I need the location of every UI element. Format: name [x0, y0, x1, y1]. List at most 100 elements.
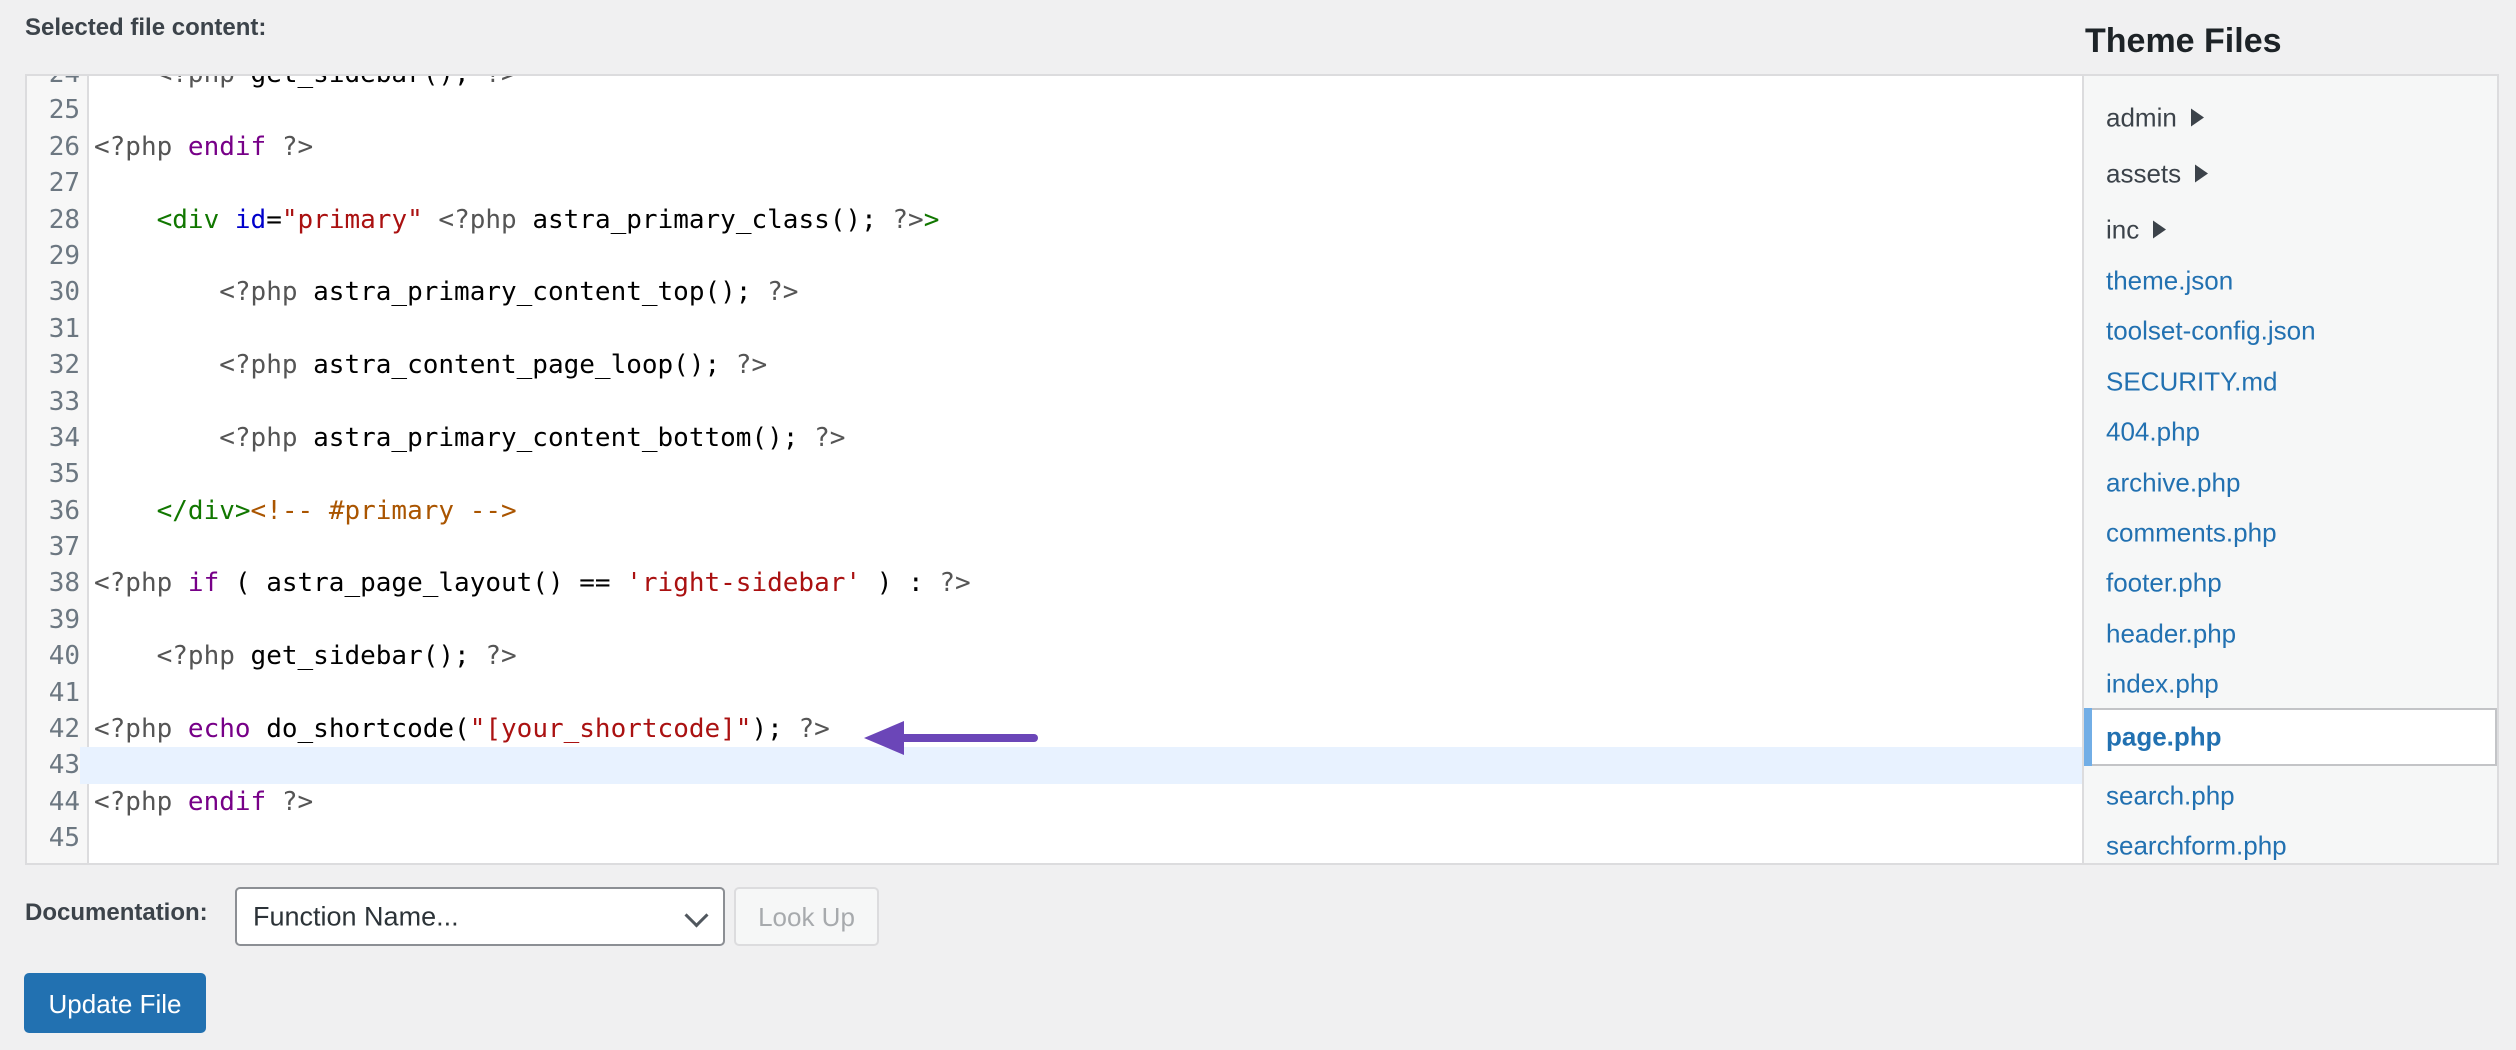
code-line[interactable]: 44 <?php endif ?> — [27, 783, 2082, 821]
code-token-meta: ?> — [266, 131, 314, 162]
line-number: 27 — [27, 165, 80, 202]
code-token-str: "[your_shortcode]" — [469, 714, 752, 745]
expand-caret-icon[interactable] — [2190, 108, 2204, 127]
code-token-plain: astra_primary_class(); — [532, 204, 893, 235]
function-name-select-value: Function Name... — [253, 901, 459, 931]
code-token-plain: do_shortcode( — [250, 714, 470, 745]
code-line[interactable]: 28 <div id="primary" <?php astra_primary… — [27, 201, 2082, 238]
code-line[interactable]: 24 <?php get_sidebar(); ?> — [27, 74, 2082, 93]
line-number: 36 — [27, 492, 80, 530]
code-line[interactable]: 46 <?php get_footer(); ?> — [27, 856, 2082, 863]
line-code: <?php endif ?> — [94, 784, 313, 820]
code-token-meta: <?php — [94, 786, 188, 817]
code-token-meta: <?php — [156, 641, 251, 672]
code-line[interactable]: 34 <?php astra_primary_content_bottom();… — [27, 419, 2082, 457]
code-token-meta: ?> — [735, 350, 768, 381]
file-item[interactable]: archive.php — [2106, 468, 2240, 499]
code-token-meta: ?> — [407, 860, 438, 863]
file-item[interactable]: searchform.php — [2106, 831, 2287, 862]
code-line[interactable]: 40 <?php get_sidebar(); ?> — [27, 638, 2082, 675]
folder-item[interactable]: inc — [2106, 215, 2167, 246]
code-line[interactable]: 30 <?php astra_primary_content_top(); ?> — [27, 274, 2082, 311]
code-token-meta: <?php — [156, 74, 251, 89]
line-code: <?php astra_primary_content_top(); ?> — [94, 274, 798, 310]
code-token-kw: endif — [187, 786, 267, 817]
line-number: 46 — [27, 856, 80, 863]
documentation-label: Documentation: — [25, 899, 208, 926]
code-line[interactable]: 32 <?php astra_content_page_loop(); ?> — [27, 347, 2082, 384]
code-token-kw: echo — [187, 714, 251, 745]
code-line[interactable]: 27 — [27, 165, 2082, 202]
code-token-tag: > — [923, 204, 940, 235]
code-line[interactable]: 41 — [27, 674, 2082, 712]
code-line[interactable]: 31 — [27, 310, 2082, 348]
code-line[interactable]: 25 — [27, 92, 2082, 129]
file-item[interactable]: footer.php — [2106, 568, 2222, 599]
line-number: 39 — [27, 601, 80, 639]
code-lines[interactable]: 24 <?php get_sidebar(); ?> 25 26 <?php endi… — [27, 74, 2082, 863]
file-item[interactable]: SECURITY.md — [2106, 367, 2277, 398]
expand-caret-icon[interactable] — [2153, 220, 2167, 239]
folder-item[interactable]: admin — [2106, 103, 2204, 134]
code-editor[interactable]: 24 <?php get_sidebar(); ?> 25 26 <?php endi… — [25, 74, 2082, 865]
code-line[interactable]: 29 — [27, 237, 2082, 275]
code-line[interactable]: 36 </div><!-- #primary --> — [27, 492, 2082, 530]
line-number: 32 — [27, 347, 80, 384]
code-line[interactable]: 35 — [27, 456, 2082, 493]
line-code: <?php if ( astra_page_layout() == 'right… — [94, 565, 971, 601]
expand-caret-icon[interactable] — [2195, 164, 2209, 183]
line-code: <?php echo do_shortcode("[your_shortcode… — [94, 711, 830, 747]
code-token-plain: ) : — [861, 568, 940, 599]
code-line[interactable]: 38 <?php if ( astra_page_layout() == 'rig… — [27, 565, 2082, 602]
file-item-label: theme.json — [2106, 265, 2234, 296]
code-line[interactable]: 43 — [27, 747, 2082, 784]
file-item-label: index.php — [2106, 668, 2219, 699]
code-token-meta: <?php — [219, 277, 314, 308]
file-item[interactable]: theme.json — [2106, 266, 2233, 297]
file-item-label: comments.php — [2106, 517, 2277, 548]
file-item[interactable]: toolset-config.json — [2106, 316, 2316, 347]
code-line[interactable]: 26 <?php endif ?> — [27, 128, 2082, 166]
code-line[interactable]: 33 — [27, 383, 2082, 420]
code-token-meta: <?php — [94, 714, 188, 745]
file-item[interactable]: comments.php — [2106, 518, 2277, 549]
folder-item[interactable]: assets — [2106, 159, 2209, 190]
line-number: 42 — [27, 711, 80, 748]
code-line[interactable]: 45 — [27, 820, 2082, 857]
look-up-button[interactable]: Look Up — [734, 887, 879, 946]
file-item-label: toolset-config.json — [2106, 315, 2316, 346]
code-token-kw: if — [187, 568, 220, 599]
code-line[interactable]: 42 <?php echo do_shortcode("[your_shortco… — [27, 711, 2082, 748]
code-token-meta: ?> — [798, 714, 830, 745]
theme-files-list[interactable]: admin assets inc theme.json toolset-config.j… — [2082, 74, 2499, 865]
line-code: <?php endif ?> — [94, 129, 313, 165]
code-token-plain: get_footer(); — [188, 860, 407, 863]
file-item[interactable]: 404.php — [2106, 417, 2200, 448]
line-code: <?php get_sidebar(); ?> — [94, 638, 517, 674]
code-line[interactable]: 37 — [27, 529, 2082, 566]
file-item-current[interactable]: page.php — [2084, 708, 2497, 766]
file-item[interactable]: search.php — [2106, 781, 2235, 812]
file-item-label: 404.php — [2106, 416, 2200, 447]
code-token-plain: ( astra_page_layout() == — [219, 568, 627, 599]
update-file-button[interactable]: Update File — [24, 973, 206, 1033]
line-code: <?php get_sidebar(); ?> — [94, 74, 517, 92]
code-token-meta: ?> — [767, 277, 799, 308]
file-item-label: header.php — [2106, 618, 2237, 649]
line-number: 33 — [27, 383, 80, 420]
function-name-select[interactable]: Function Name... — [235, 887, 725, 946]
line-number: 25 — [27, 92, 80, 129]
file-item[interactable]: header.php — [2106, 619, 2236, 650]
line-code: <?php astra_primary_content_bottom(); ?> — [94, 420, 845, 456]
code-line[interactable]: 39 — [27, 601, 2082, 639]
line-number: 30 — [27, 274, 80, 311]
line-number: 28 — [27, 201, 80, 238]
code-token-meta: ?> — [266, 786, 314, 817]
file-item[interactable]: index.php — [2106, 669, 2219, 700]
code-token-str: "primary" — [281, 204, 423, 235]
